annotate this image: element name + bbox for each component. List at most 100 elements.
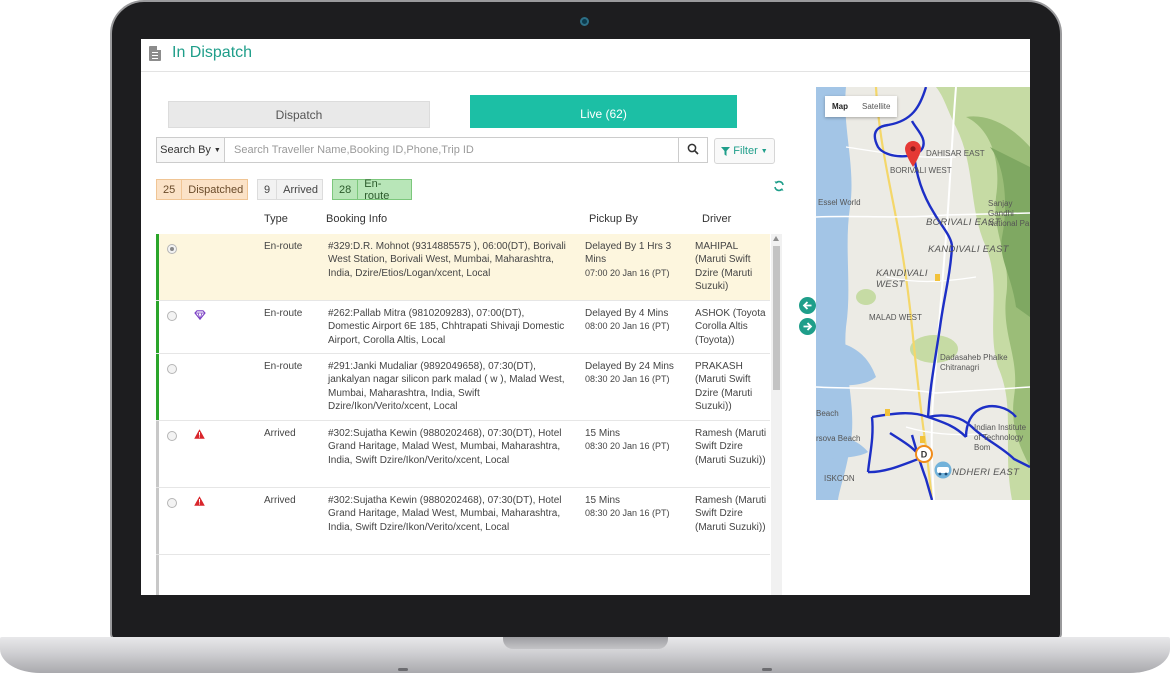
row-booking-info: #329:D.R. Mohnot (9314885575 ), 06:00(DT… [328, 241, 566, 279]
row-radio[interactable] [167, 498, 177, 508]
scroll-up-arrow-icon[interactable] [773, 236, 779, 241]
tab-live[interactable]: Live (62) [470, 95, 737, 128]
driver-marker-icon[interactable]: D [915, 445, 933, 463]
search-by-label: Search By [160, 144, 211, 156]
row-pickup-status: 15 Mins [585, 495, 621, 506]
dispatched-count: 25 [157, 180, 183, 199]
row-driver: Ramesh (Maruti Swift Dzire (Maruti Suzuk… [695, 495, 767, 533]
map-label: BORIVALI WEST [890, 166, 952, 175]
map-label: Sanjay Gandhi National Pa [988, 199, 1030, 228]
row-driver: MAHIPAL (Maruti Swift Dzire (Maruti Suzu… [695, 241, 753, 293]
caret-down-icon: ▼ [213, 146, 221, 154]
row-pickup-time: 08:30 20 Jan 16 (PT) [585, 374, 670, 385]
arrived-indicator [156, 421, 159, 487]
expand-map-button[interactable] [799, 318, 816, 335]
row-pickup-time: 08:30 20 Jan 16 (PT) [585, 508, 670, 519]
status-chip-enroute[interactable]: 28 En-route [332, 178, 412, 202]
refresh-icon[interactable] [773, 180, 785, 192]
row-radio[interactable] [167, 311, 177, 321]
row-radio[interactable] [167, 431, 177, 441]
enroute-indicator [156, 354, 159, 420]
table-row[interactable]: En-route #329:D.R. Mohnot (9314885575 ),… [156, 234, 770, 301]
caret-down-icon: ▼ [760, 147, 768, 155]
row-type: En-route [264, 241, 303, 252]
status-chip-arrived[interactable]: 9 Arrived [257, 179, 323, 200]
arrived-indicator [156, 488, 159, 554]
laptop-foot [398, 668, 408, 671]
map-label: Dadasaheb Phalke Chitranagri [940, 353, 1008, 372]
map-label: KANDIVALI EAST [928, 244, 1009, 255]
pickup-pin-icon[interactable] [905, 141, 921, 167]
arrived-indicator [156, 555, 159, 595]
column-header-pickup[interactable]: Pickup By [589, 213, 638, 225]
table-scrollbar[interactable] [771, 234, 782, 595]
filter-label: Filter [733, 145, 758, 157]
table-row[interactable]: Arrived #302:Sujatha Kewin (9880202468),… [156, 488, 770, 555]
enroute-indicator [156, 301, 159, 353]
table-row[interactable]: Arrived #302:Sujatha Kewin (9880202468),… [156, 421, 770, 488]
row-pickup-status: 15 Mins [585, 428, 621, 439]
row-type: En-route [264, 308, 303, 319]
row-driver: PRAKASH (Maruti Swift Dzire (Maruti Suzu… [695, 361, 753, 413]
row-type: Arrived [264, 428, 296, 439]
row-booking-info: #302:Sujatha Kewin (9880202468), 07:30(D… [328, 495, 562, 533]
map-type-control: Map Satellite [825, 96, 898, 117]
row-booking-info: #262:Pallab Mitra (9810209283), 07:00(DT… [328, 308, 565, 346]
arrived-label: Arrived [283, 183, 318, 196]
arrow-right-icon [803, 322, 813, 331]
map-label: Beach [816, 409, 839, 418]
map-type-map-button[interactable]: Map [825, 96, 855, 117]
row-driver: ASHOK (Toyota Corolla Altis (Toyota)) [695, 308, 766, 346]
search-icon [687, 143, 699, 155]
row-radio[interactable] [167, 364, 177, 374]
search-by-dropdown[interactable]: Search By ▼ [157, 138, 225, 162]
svg-text:D: D [921, 450, 928, 460]
table-row[interactable] [156, 555, 770, 595]
search-bar: Search By ▼ [156, 137, 708, 163]
column-header-type[interactable]: Type [264, 213, 288, 225]
row-booking-info: #291:Janki Mudaliar (9892049658), 07:30(… [328, 361, 565, 413]
map-label: Essel World [818, 198, 861, 207]
column-header-booking[interactable]: Booking Info [326, 213, 387, 225]
diamond-icon [194, 310, 206, 320]
row-pickup-time: 08:30 20 Jan 16 (PT) [585, 441, 670, 452]
map-label: KANDIVALI WEST [876, 268, 928, 290]
enroute-indicator [156, 234, 159, 300]
map-label: rsova Beach [816, 434, 861, 443]
live-map[interactable]: D Map Satellite DAHISAR EAST BORIVALI WE… [816, 87, 1030, 500]
car-icon[interactable] [932, 461, 954, 479]
row-booking-info: #302:Sujatha Kewin (9880202468), 07:30(D… [328, 428, 562, 466]
arrived-count: 9 [258, 180, 278, 199]
search-button[interactable] [678, 138, 707, 162]
row-pickup-status: Delayed By 4 Mins [585, 308, 669, 319]
column-header-driver[interactable]: Driver [702, 213, 731, 225]
row-driver: Ramesh (Maruti Swift Dzire (Maruti Suzuk… [695, 428, 767, 466]
table-row[interactable]: En-route #291:Janki Mudaliar (9892049658… [156, 354, 770, 421]
arrow-left-icon [802, 301, 812, 310]
scrollbar-thumb[interactable] [773, 246, 780, 390]
table-row[interactable]: En-route #262:Pallab Mitra (9810209283),… [156, 301, 770, 354]
funnel-icon [721, 146, 731, 156]
collapse-map-button[interactable] [799, 297, 816, 314]
map-type-satellite-button[interactable]: Satellite [855, 96, 897, 117]
search-input[interactable] [226, 138, 678, 162]
document-icon [149, 46, 161, 61]
dispatched-label: Dispatched [188, 183, 244, 196]
status-chip-dispatched[interactable]: 25 Dispatched [156, 179, 248, 200]
row-radio[interactable] [167, 244, 177, 254]
map-label: Indian Institute of Technology Bom [974, 423, 1027, 452]
map-label: NDHERI EAST [952, 467, 1020, 478]
webcam-icon [580, 17, 589, 26]
filter-button[interactable]: Filter ▼ [714, 138, 775, 164]
laptop-foot [762, 668, 772, 671]
row-pickup-time: 08:00 20 Jan 16 (PT) [585, 321, 670, 332]
map-label: ISKCON [824, 474, 855, 483]
page-header: In Dispatch [141, 39, 1030, 72]
row-pickup-status: Delayed By 1 Hrs 3 Mins [585, 241, 672, 266]
map-label: DAHISAR EAST [926, 149, 985, 158]
booking-table: En-route #329:D.R. Mohnot (9314885575 ),… [156, 234, 782, 595]
page-title: In Dispatch [172, 44, 253, 61]
tab-dispatch[interactable]: Dispatch [168, 101, 430, 128]
map-label: MALAD WEST [869, 313, 922, 322]
warning-icon [194, 429, 205, 439]
